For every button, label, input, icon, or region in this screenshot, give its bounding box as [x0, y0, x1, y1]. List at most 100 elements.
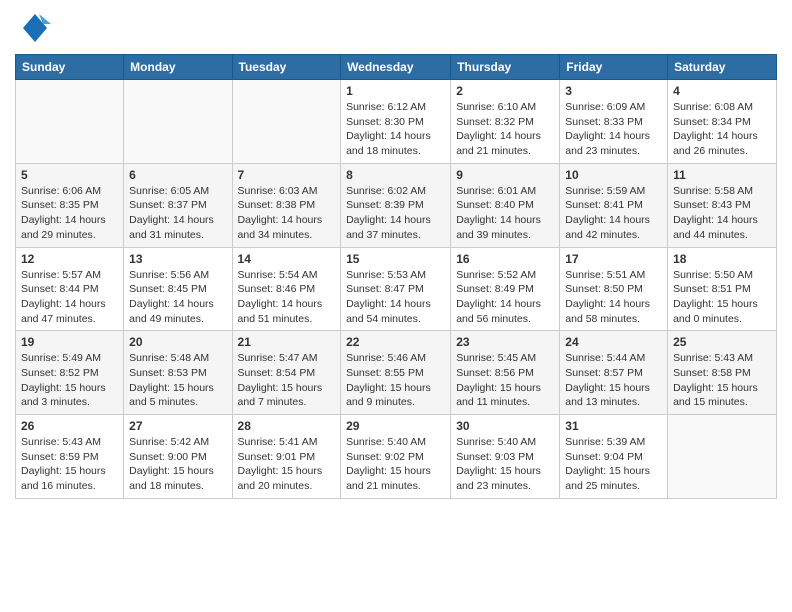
- day-info: Sunrise: 5:56 AM Sunset: 8:45 PM Dayligh…: [129, 268, 226, 327]
- weekday-header-wednesday: Wednesday: [341, 55, 451, 80]
- day-number: 18: [673, 252, 771, 266]
- day-info: Sunrise: 6:06 AM Sunset: 8:35 PM Dayligh…: [21, 184, 118, 243]
- day-number: 19: [21, 335, 118, 349]
- day-number: 6: [129, 168, 226, 182]
- weekday-header-monday: Monday: [124, 55, 232, 80]
- calendar-cell: 11 Sunrise: 5:58 AM Sunset: 8:43 PM Dayli…: [668, 163, 777, 247]
- day-number: 3: [565, 84, 662, 98]
- calendar-cell: 2 Sunrise: 6:10 AM Sunset: 8:32 PM Daylig…: [451, 80, 560, 164]
- calendar-cell: 22 Sunrise: 5:46 AM Sunset: 8:55 PM Dayli…: [341, 331, 451, 415]
- day-info: Sunrise: 5:52 AM Sunset: 8:49 PM Dayligh…: [456, 268, 554, 327]
- day-number: 8: [346, 168, 445, 182]
- calendar-cell: 12 Sunrise: 5:57 AM Sunset: 8:44 PM Dayli…: [16, 247, 124, 331]
- day-number: 12: [21, 252, 118, 266]
- day-number: 26: [21, 419, 118, 433]
- calendar-cell: 13 Sunrise: 5:56 AM Sunset: 8:45 PM Dayli…: [124, 247, 232, 331]
- calendar-cell: 16Sunrise: 5:52 AM Sunset: 8:49 PM Dayli…: [451, 247, 560, 331]
- day-info: Sunrise: 6:10 AM Sunset: 8:32 PM Dayligh…: [456, 100, 554, 159]
- day-number: 13: [129, 252, 226, 266]
- logo-icon: [15, 10, 51, 46]
- weekday-header-friday: Friday: [560, 55, 668, 80]
- calendar-cell: 30 Sunrise: 5:40 AM Sunset: 9:03 PM Dayli…: [451, 415, 560, 499]
- day-info: Sunrise: 6:03 AM Sunset: 8:38 PM Dayligh…: [238, 184, 336, 243]
- day-info: Sunrise: 5:45 AM Sunset: 8:56 PM Dayligh…: [456, 351, 554, 410]
- calendar-week-row: 26 Sunrise: 5:43 AM Sunset: 8:59 PM Dayli…: [16, 415, 777, 499]
- calendar-cell: 27 Sunrise: 5:42 AM Sunset: 9:00 PM Dayli…: [124, 415, 232, 499]
- day-number: 22: [346, 335, 445, 349]
- day-info: Sunrise: 6:05 AM Sunset: 8:37 PM Dayligh…: [129, 184, 226, 243]
- day-number: 4: [673, 84, 771, 98]
- day-number: 24: [565, 335, 662, 349]
- header: [15, 10, 777, 46]
- calendar-cell: 28 Sunrise: 5:41 AM Sunset: 9:01 PM Dayli…: [232, 415, 341, 499]
- calendar-cell: 24 Sunrise: 5:44 AM Sunset: 8:57 PM Dayli…: [560, 331, 668, 415]
- day-number: 25: [673, 335, 771, 349]
- day-info: Sunrise: 5:51 AM Sunset: 8:50 PM Dayligh…: [565, 268, 662, 327]
- calendar-cell: 3 Sunrise: 6:09 AM Sunset: 8:33 PM Daylig…: [560, 80, 668, 164]
- day-info: Sunrise: 5:48 AM Sunset: 8:53 PM Dayligh…: [129, 351, 226, 410]
- day-info: Sunrise: 5:57 AM Sunset: 8:44 PM Dayligh…: [21, 268, 118, 327]
- day-number: 29: [346, 419, 445, 433]
- day-number: 31: [565, 419, 662, 433]
- calendar-cell: 21Sunrise: 5:47 AM Sunset: 8:54 PM Dayli…: [232, 331, 341, 415]
- day-info: Sunrise: 5:40 AM Sunset: 9:03 PM Dayligh…: [456, 435, 554, 494]
- calendar-week-row: 12 Sunrise: 5:57 AM Sunset: 8:44 PM Dayli…: [16, 247, 777, 331]
- calendar-cell: 14 Sunrise: 5:54 AM Sunset: 8:46 PM Dayli…: [232, 247, 341, 331]
- weekday-header-row: SundayMondayTuesdayWednesdayThursdayFrid…: [16, 55, 777, 80]
- day-number: 28: [238, 419, 336, 433]
- day-info: Sunrise: 5:42 AM Sunset: 9:00 PM Dayligh…: [129, 435, 226, 494]
- day-info: Sunrise: 5:40 AM Sunset: 9:02 PM Dayligh…: [346, 435, 445, 494]
- calendar-week-row: 19 Sunrise: 5:49 AM Sunset: 8:52 PM Dayli…: [16, 331, 777, 415]
- weekday-header-thursday: Thursday: [451, 55, 560, 80]
- calendar-cell: 8Sunrise: 6:02 AM Sunset: 8:39 PM Daylig…: [341, 163, 451, 247]
- day-info: Sunrise: 5:43 AM Sunset: 8:58 PM Dayligh…: [673, 351, 771, 410]
- weekday-header-saturday: Saturday: [668, 55, 777, 80]
- calendar-cell: 5Sunrise: 6:06 AM Sunset: 8:35 PM Daylig…: [16, 163, 124, 247]
- calendar-cell: 26 Sunrise: 5:43 AM Sunset: 8:59 PM Dayli…: [16, 415, 124, 499]
- day-number: 9: [456, 168, 554, 182]
- day-number: 14: [238, 252, 336, 266]
- day-info: Sunrise: 5:54 AM Sunset: 8:46 PM Dayligh…: [238, 268, 336, 327]
- day-info: Sunrise: 5:44 AM Sunset: 8:57 PM Dayligh…: [565, 351, 662, 410]
- calendar-cell: 19 Sunrise: 5:49 AM Sunset: 8:52 PM Dayli…: [16, 331, 124, 415]
- day-number: 30: [456, 419, 554, 433]
- day-number: 20: [129, 335, 226, 349]
- calendar-cell: [16, 80, 124, 164]
- logo: [15, 10, 53, 46]
- day-info: Sunrise: 6:12 AM Sunset: 8:30 PM Dayligh…: [346, 100, 445, 159]
- calendar-cell: 20 Sunrise: 5:48 AM Sunset: 8:53 PM Dayli…: [124, 331, 232, 415]
- calendar-week-row: 1Sunrise: 6:12 AM Sunset: 8:30 PM Daylig…: [16, 80, 777, 164]
- calendar-cell: 29 Sunrise: 5:40 AM Sunset: 9:02 PM Dayli…: [341, 415, 451, 499]
- day-info: Sunrise: 5:59 AM Sunset: 8:41 PM Dayligh…: [565, 184, 662, 243]
- day-info: Sunrise: 5:58 AM Sunset: 8:43 PM Dayligh…: [673, 184, 771, 243]
- calendar-cell: 4Sunrise: 6:08 AM Sunset: 8:34 PM Daylig…: [668, 80, 777, 164]
- day-info: Sunrise: 5:41 AM Sunset: 9:01 PM Dayligh…: [238, 435, 336, 494]
- calendar-cell: 23Sunrise: 5:45 AM Sunset: 8:56 PM Dayli…: [451, 331, 560, 415]
- day-info: Sunrise: 5:53 AM Sunset: 8:47 PM Dayligh…: [346, 268, 445, 327]
- day-info: Sunrise: 5:46 AM Sunset: 8:55 PM Dayligh…: [346, 351, 445, 410]
- weekday-header-sunday: Sunday: [16, 55, 124, 80]
- day-number: 10: [565, 168, 662, 182]
- calendar-cell: [124, 80, 232, 164]
- calendar-cell: 10 Sunrise: 5:59 AM Sunset: 8:41 PM Dayli…: [560, 163, 668, 247]
- day-info: Sunrise: 6:09 AM Sunset: 8:33 PM Dayligh…: [565, 100, 662, 159]
- calendar-cell: 9Sunrise: 6:01 AM Sunset: 8:40 PM Daylig…: [451, 163, 560, 247]
- calendar-cell: 31 Sunrise: 5:39 AM Sunset: 9:04 PM Dayli…: [560, 415, 668, 499]
- day-number: 27: [129, 419, 226, 433]
- day-number: 7: [238, 168, 336, 182]
- calendar-cell: 25 Sunrise: 5:43 AM Sunset: 8:58 PM Dayli…: [668, 331, 777, 415]
- calendar-cell: 7 Sunrise: 6:03 AM Sunset: 8:38 PM Daylig…: [232, 163, 341, 247]
- day-info: Sunrise: 5:39 AM Sunset: 9:04 PM Dayligh…: [565, 435, 662, 494]
- day-number: 15: [346, 252, 445, 266]
- weekday-header-tuesday: Tuesday: [232, 55, 341, 80]
- calendar-cell: 15 Sunrise: 5:53 AM Sunset: 8:47 PM Dayli…: [341, 247, 451, 331]
- calendar-table: SundayMondayTuesdayWednesdayThursdayFrid…: [15, 54, 777, 499]
- day-number: 11: [673, 168, 771, 182]
- day-info: Sunrise: 5:47 AM Sunset: 8:54 PM Dayligh…: [238, 351, 336, 410]
- calendar-cell: 18Sunrise: 5:50 AM Sunset: 8:51 PM Dayli…: [668, 247, 777, 331]
- calendar-cell: [668, 415, 777, 499]
- day-info: Sunrise: 5:43 AM Sunset: 8:59 PM Dayligh…: [21, 435, 118, 494]
- day-number: 2: [456, 84, 554, 98]
- day-number: 17: [565, 252, 662, 266]
- day-info: Sunrise: 5:49 AM Sunset: 8:52 PM Dayligh…: [21, 351, 118, 410]
